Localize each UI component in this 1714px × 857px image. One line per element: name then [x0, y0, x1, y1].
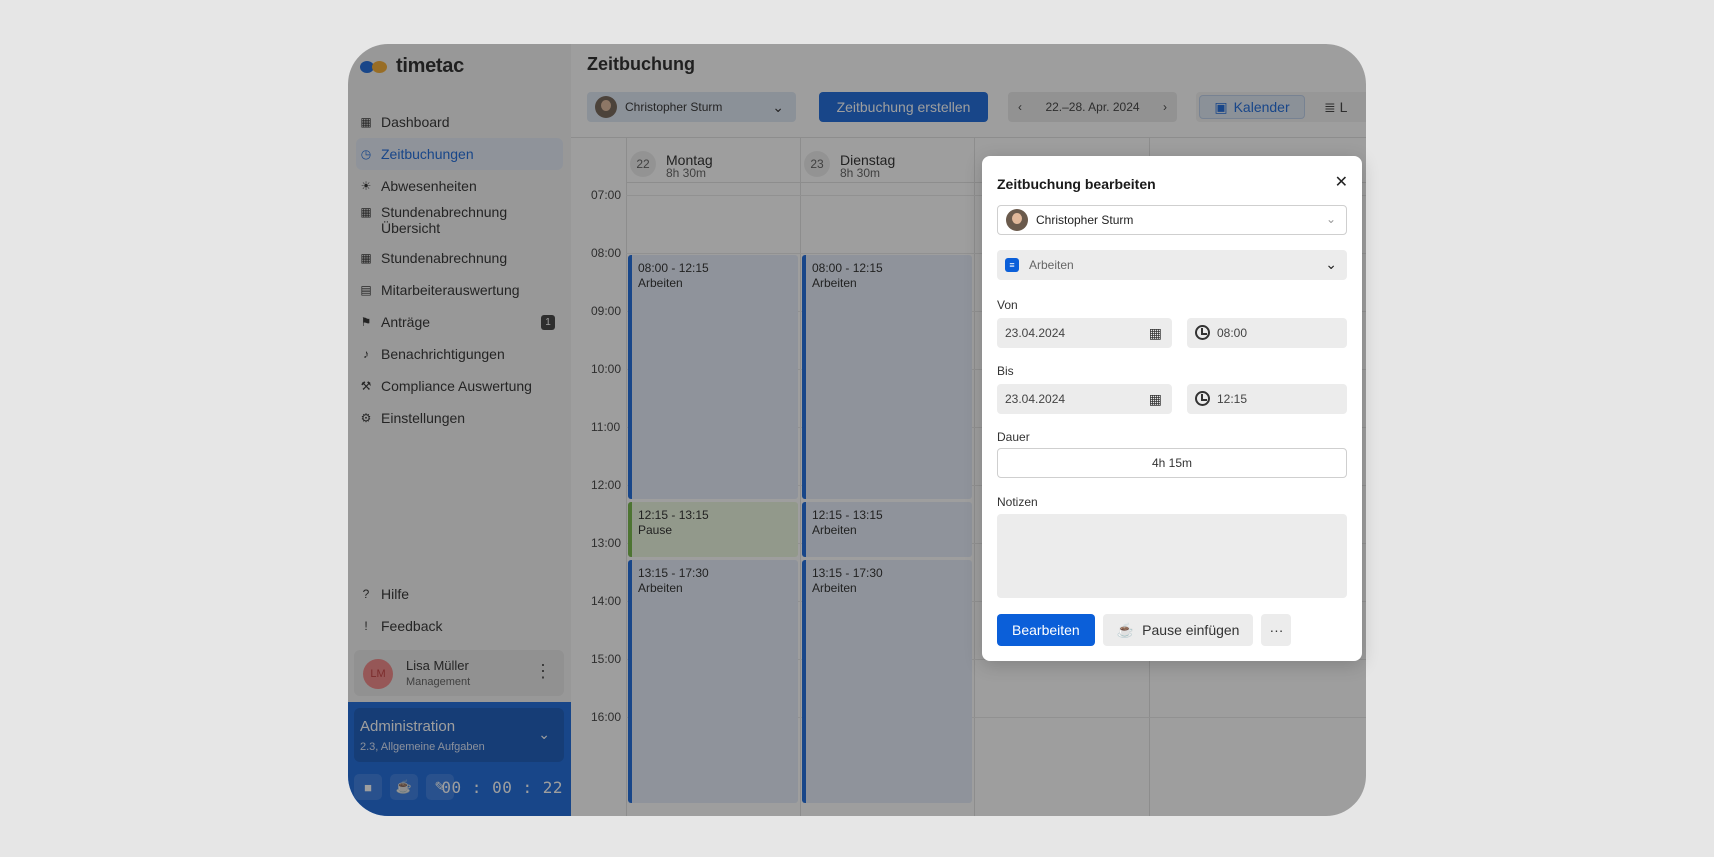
to-time-value: 12:15 — [1217, 392, 1248, 406]
to-date-field[interactable]: 23.04.2024 ▦ — [997, 384, 1172, 414]
close-icon[interactable]: ✕ — [1335, 172, 1348, 192]
employee-name: Christopher Sturm — [1036, 213, 1134, 227]
to-time-field[interactable]: 12:15 — [1187, 384, 1347, 414]
save-button[interactable]: Bearbeiten — [997, 614, 1095, 646]
booking-type-select[interactable]: ≡ Arbeiten ⌄ — [997, 250, 1347, 280]
edit-booking-dialog: Zeitbuchung bearbeiten ✕ Christopher Stu… — [982, 156, 1362, 661]
employee-select[interactable]: Christopher Sturm ⌄ — [997, 205, 1347, 235]
notes-label: Notizen — [997, 495, 1038, 509]
to-date-value: 23.04.2024 — [1005, 392, 1066, 406]
dialog-actions: Bearbeiten ☕ Pause einfügen ··· — [997, 614, 1292, 646]
avatar — [1006, 209, 1028, 231]
from-label: Von — [997, 298, 1018, 312]
notes-textarea[interactable] — [997, 514, 1347, 598]
clock-icon — [1195, 391, 1210, 406]
calendar-icon[interactable]: ▦ — [1149, 391, 1162, 408]
booking-type-value: Arbeiten — [1029, 258, 1074, 272]
calendar-icon[interactable]: ▦ — [1149, 325, 1162, 342]
clock-icon — [1195, 325, 1210, 340]
to-label: Bis — [997, 364, 1014, 378]
insert-pause-button[interactable]: ☕ Pause einfügen — [1102, 614, 1254, 646]
from-date-field[interactable]: 23.04.2024 ▦ — [997, 318, 1172, 348]
chevron-down-icon: ⌄ — [1325, 256, 1337, 272]
clipboard-icon: ≡ — [1005, 258, 1019, 272]
from-date-value: 23.04.2024 — [1005, 326, 1066, 340]
dialog-title: Zeitbuchung bearbeiten — [997, 176, 1156, 192]
button-label: Pause einfügen — [1142, 622, 1240, 638]
from-time-value: 08:00 — [1217, 326, 1248, 340]
coffee-icon: ☕ — [1116, 621, 1135, 638]
chevron-down-icon: ⌄ — [1325, 212, 1336, 226]
duration-label: Dauer — [997, 430, 1030, 444]
more-options-button[interactable]: ··· — [1261, 614, 1292, 646]
duration-field[interactable]: 4h 15m — [997, 448, 1347, 478]
from-time-field[interactable]: 08:00 — [1187, 318, 1347, 348]
